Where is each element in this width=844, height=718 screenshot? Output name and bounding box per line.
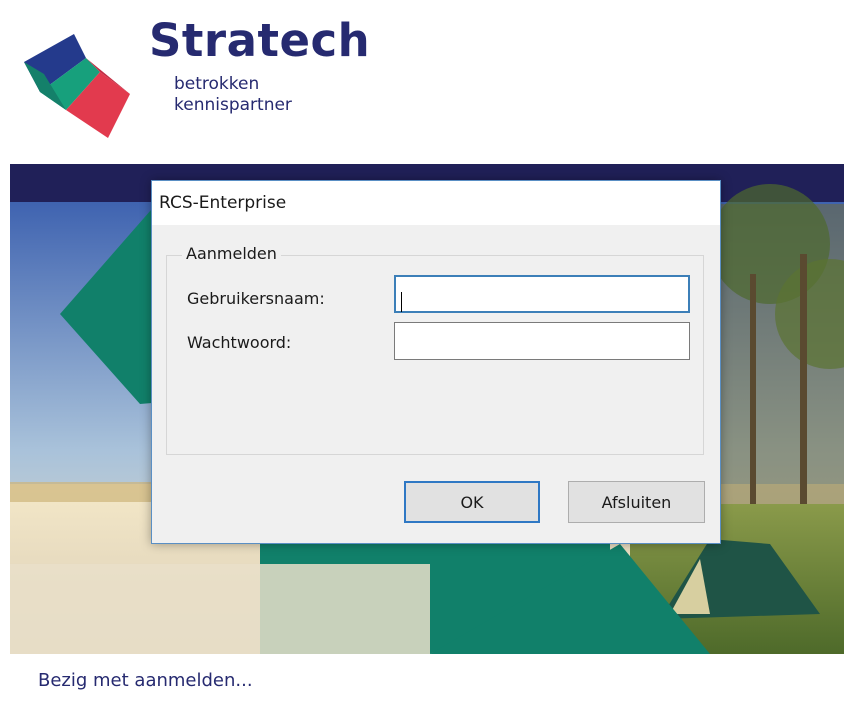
text-caret xyxy=(401,292,402,312)
password-input[interactable] xyxy=(394,322,690,360)
brand-name: Stratech xyxy=(149,14,371,67)
group-legend: Aanmelden xyxy=(182,244,281,263)
username-input[interactable] xyxy=(394,275,690,313)
dialog-title: RCS-Enterprise xyxy=(152,181,720,225)
ok-button[interactable]: OK xyxy=(404,481,540,523)
password-label: Wachtwoord: xyxy=(187,333,292,352)
brand-tagline: betrokken kennispartner xyxy=(174,74,292,116)
login-dialog: RCS-Enterprise Aanmelden Gebruikersnaam:… xyxy=(151,180,721,544)
logo-mark-icon xyxy=(24,34,130,138)
tagline-line-2: kennispartner xyxy=(174,95,292,115)
tagline-line-1: betrokken xyxy=(174,74,260,94)
stratech-logo: Stratech betrokken kennispartner xyxy=(22,8,442,143)
username-label: Gebruikersnaam: xyxy=(187,289,325,308)
exit-button[interactable]: Afsluiten xyxy=(568,481,705,523)
status-text: Bezig met aanmelden... xyxy=(38,670,253,691)
